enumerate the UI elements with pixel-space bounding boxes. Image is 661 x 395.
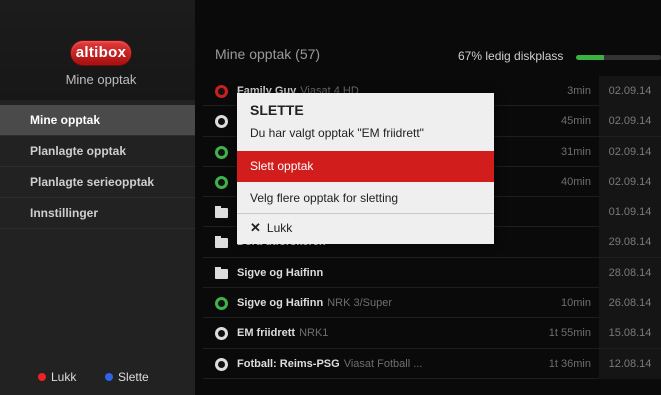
- recording-duration: 10min: [561, 297, 591, 310]
- logo-area: altibox Mine opptak: [0, 0, 195, 100]
- list-item[interactable]: Sigve og Haifinn 28.08.14: [203, 257, 661, 289]
- recording-duration: 3min: [567, 85, 591, 97]
- sidebar-title: Mine opptak: [65, 72, 137, 87]
- sidebar: altibox Mine opptak Mine opptak Planlagt…: [0, 0, 195, 395]
- recording-date: 02.09.14: [599, 136, 661, 167]
- list-item[interactable]: EM friidrett NRK1 1t 55min 15.08.14: [203, 318, 661, 349]
- recording-duration: 40min: [561, 175, 591, 188]
- list-item[interactable]: Sigve og Haifinn NRK 3/Super 10min 26.08.…: [203, 288, 661, 319]
- record-icon: [215, 115, 228, 129]
- recording-title: Fotball: Reims-PSG Viasat Fotball ...: [237, 357, 423, 370]
- recording-date: 15.08.14: [599, 318, 661, 349]
- disk-space-fill: [576, 55, 605, 60]
- sidebar-item-planlagte-opptak[interactable]: Planlagte opptak: [0, 136, 195, 167]
- recording-date: 02.09.14: [599, 166, 661, 197]
- blue-button-icon: [105, 372, 114, 381]
- sidebar-item-innstillinger[interactable]: Innstillinger: [0, 198, 195, 229]
- recording-date: 26.08.14: [599, 288, 661, 319]
- disk-space-bar: [576, 55, 661, 60]
- folder-title: Sigve og Haifinn: [237, 266, 324, 279]
- red-button-icon: [38, 372, 46, 381]
- sidebar-menu: Mine opptak Planlagte opptak Planlagte s…: [0, 105, 195, 229]
- recording-date: 28.08.14: [599, 257, 661, 288]
- recording-date: 12.08.14: [599, 348, 661, 379]
- record-red-icon: [215, 85, 228, 98]
- close-button[interactable]: ✕ Lukk: [237, 214, 494, 242]
- recordings-header: Mine opptak (57): [215, 46, 321, 62]
- folder-icon: [215, 266, 228, 279]
- recording-duration: 31min: [561, 145, 591, 158]
- recording-date: 02.09.14: [599, 106, 661, 137]
- select-more-button[interactable]: Velg flere opptak for sletting: [237, 183, 494, 214]
- recording-title: Sigve og Haifinn NRK 3/Super: [237, 297, 392, 310]
- folder-icon: [215, 206, 228, 219]
- recording-date: 01.09.14: [599, 197, 661, 228]
- recording-channel: NRK1: [299, 327, 329, 340]
- record-icon: [215, 327, 228, 341]
- recording-duration: 45min: [561, 115, 591, 128]
- recording-duration: 1t 36min: [548, 357, 591, 370]
- tv-screen: altibox Mine opptak Mine opptak Planlagt…: [0, 0, 661, 395]
- legend-close-label: Lukk: [51, 370, 77, 384]
- altibox-logo: altibox: [70, 40, 132, 66]
- recording-date: 29.08.14: [599, 227, 661, 258]
- close-label: Lukk: [266, 221, 293, 235]
- delete-recording-button[interactable]: Slett opptak: [237, 151, 494, 182]
- delete-dialog: SLETTE Du har valgt opptak "EM friidrett…: [237, 93, 494, 244]
- list-item[interactable]: Fotball: Reims-PSG Viasat Fotball ... 1t …: [203, 348, 661, 379]
- legend-delete-label: Slette: [118, 370, 149, 384]
- recording-title: EM friidrett NRK1: [237, 327, 329, 340]
- dialog-message: Du har valgt opptak "EM friidrett": [250, 126, 424, 140]
- sidebar-item-mine-opptak[interactable]: Mine opptak: [0, 105, 195, 136]
- disk-space-label: 67% ledig diskplass: [458, 49, 564, 63]
- recording-duration: 1t 55min: [548, 327, 591, 340]
- sidebar-item-planlagte-serieopptak[interactable]: Planlagte serieopptak: [0, 167, 195, 198]
- record-icon: [215, 357, 228, 371]
- recording-date: 02.09.14: [599, 76, 661, 106]
- record-green-icon: [215, 175, 228, 189]
- recording-channel: Viasat Fotball ...: [343, 357, 423, 370]
- button-legend: Lukk Slette: [38, 370, 149, 384]
- dialog-title: SLETTE: [250, 102, 304, 118]
- close-icon: ✕: [250, 220, 261, 235]
- record-green-icon: [215, 145, 228, 159]
- record-green-icon: [215, 297, 228, 311]
- folder-icon: [215, 236, 228, 249]
- recording-channel: NRK 3/Super: [327, 297, 392, 310]
